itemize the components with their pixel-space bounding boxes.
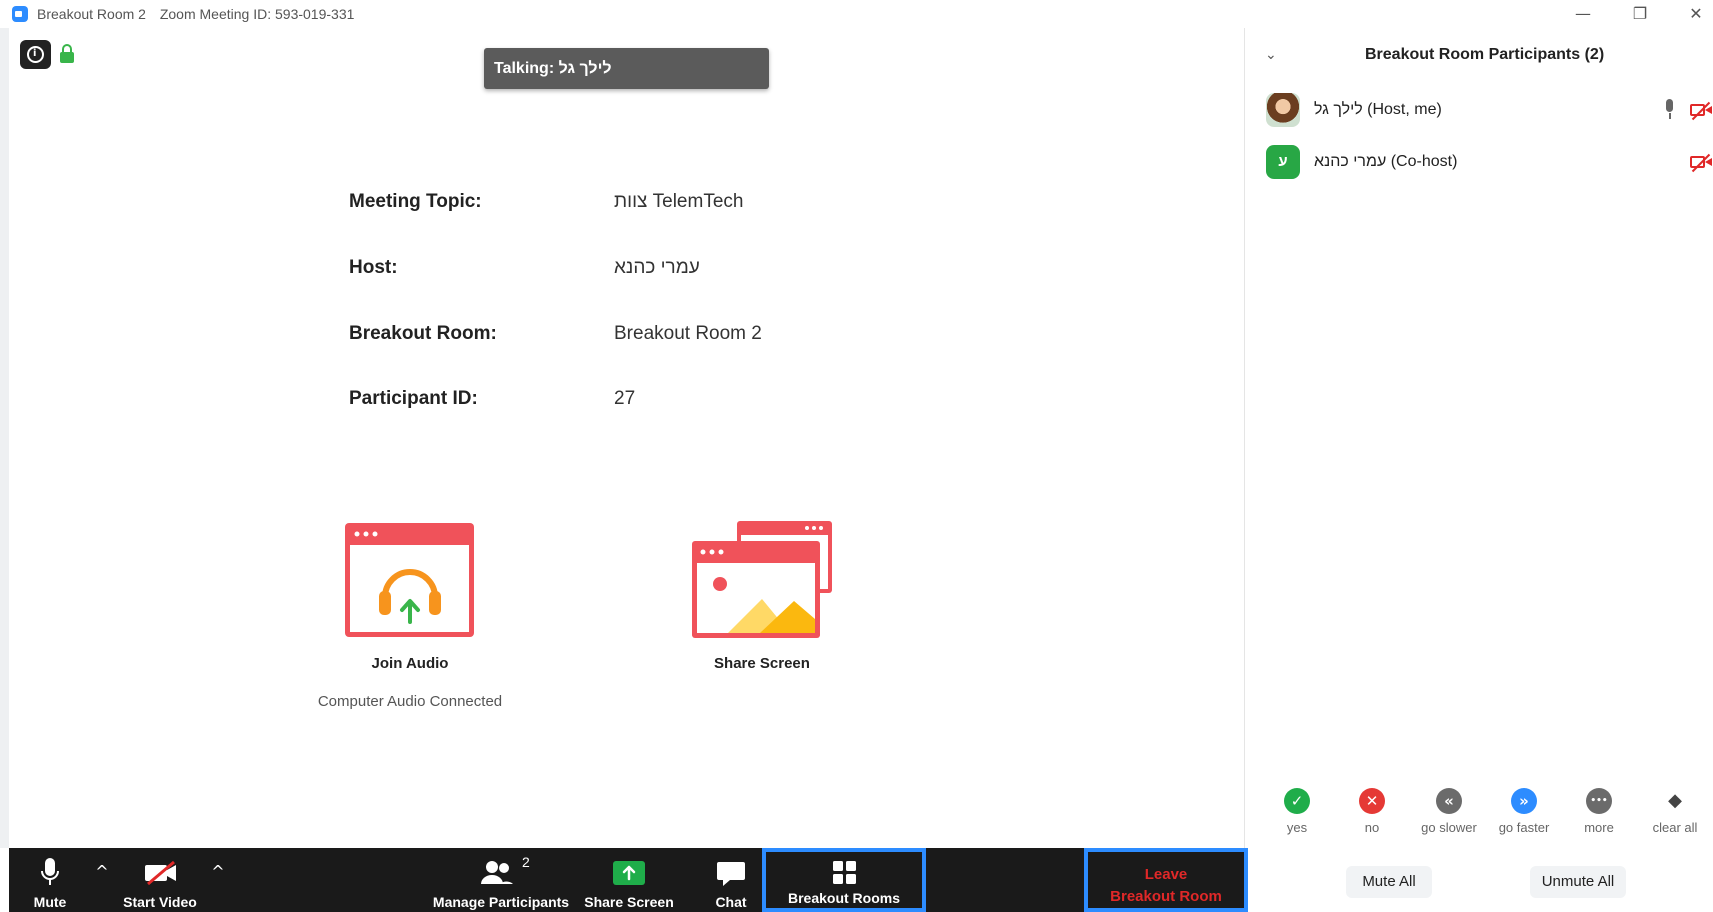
share-screen-tile[interactable] [690,519,835,640]
x-icon: ✕ [1359,788,1385,814]
eraser-icon: ◆ [1668,790,1682,811]
participant-name: לילך גל (Host, me) [1314,101,1442,118]
join-audio-icon [345,523,474,637]
start-video-label: Start Video [123,894,197,910]
breakout-rooms-button[interactable]: Breakout Rooms [762,848,926,912]
chat-icon [717,862,745,886]
talking-indicator: Talking: לילך גל [484,48,769,89]
leave-breakout-room-button[interactable]: Leave Breakout Room [1084,848,1248,912]
lock-icon[interactable] [60,44,74,64]
reaction-label: clear all [1652,820,1698,835]
reaction-no[interactable]: ✕ no [1337,788,1407,835]
video-off-icon[interactable] [1690,153,1713,173]
reaction-clear-all[interactable]: ◆ clear all [1640,788,1710,835]
reaction-more[interactable]: ••• more [1564,788,1634,835]
participant-id-label: Participant ID: [349,388,478,409]
microphone-icon[interactable] [1663,99,1675,121]
avatar: ע [1266,145,1300,179]
meeting-info-icon[interactable] [20,40,51,69]
window-room-name: Breakout Room 2 [37,6,146,22]
panel-title: Breakout Room Participants (2) [1365,46,1605,63]
participant-name: עמרי כהנא (Co-host) [1314,153,1458,170]
meeting-topic-value: צוות TelemTech [614,191,744,212]
manage-participants-label: Manage Participants [432,894,570,910]
participant-id-value: 27 [614,388,636,409]
reaction-yes[interactable]: ✓ yes [1262,788,1332,835]
avatar [1266,93,1300,127]
mute-all-button[interactable]: Mute All [1346,866,1432,898]
close-button[interactable]: ✕ [1676,2,1713,26]
start-video-button[interactable]: Start Video [118,848,202,912]
reaction-go-faster[interactable]: » go faster [1488,788,1560,835]
restore-button[interactable]: ❐ [1620,2,1660,26]
chat-button[interactable]: Chat [702,848,760,912]
reaction-label: go faster [1498,820,1550,835]
more-icon: ••• [1586,788,1612,814]
fast-forward-icon: » [1511,788,1537,814]
reaction-label: go slower [1421,820,1477,835]
chevron-down-icon[interactable]: ⌄ [1265,47,1277,63]
participant-row[interactable]: לילך גל (Host, me) [1266,93,1712,129]
breakout-rooms-icon [833,861,856,884]
join-audio-tile[interactable] [343,521,476,639]
minimize-button[interactable]: — [1563,2,1603,26]
reaction-label: more [1584,820,1614,835]
video-off-icon[interactable] [1690,101,1713,121]
unmute-all-button[interactable]: Unmute All [1530,866,1626,898]
leave-label-line1: Leave [1144,866,1188,883]
host-label: Host: [349,257,398,278]
video-options-caret[interactable]: ^ [206,862,230,886]
mute-label: Mute [33,894,67,910]
chat-label: Chat [715,894,747,910]
meeting-topic-label: Meeting Topic: [349,191,482,212]
zoom-logo-icon [12,6,28,22]
breakout-room-label: Breakout Room: [349,323,497,344]
mute-button[interactable]: Mute [20,848,80,912]
participants-icon [481,861,513,884]
share-screen-label[interactable]: Share Screen [652,655,872,672]
rewind-icon: « [1436,788,1462,814]
participant-count-badge: 2 [522,854,530,870]
participant-row[interactable]: ע עמרי כהנא (Co-host) [1266,145,1712,181]
breakout-rooms-label: Breakout Rooms [787,890,901,906]
checkmark-icon: ✓ [1284,788,1310,814]
manage-participants-button[interactable]: 2 Manage Participants [430,848,572,912]
reaction-go-slower[interactable]: « go slower [1413,788,1485,835]
breakout-room-value: Breakout Room 2 [614,323,762,344]
left-edge-strip [0,28,9,848]
reaction-label: no [1364,820,1380,835]
share-screen-icon [613,861,645,885]
share-screen-icon [692,521,832,638]
title-bar: Breakout Room 2 Zoom Meeting ID: 593-019… [0,0,1713,28]
host-value: עמרי כהנא [614,257,700,278]
video-off-icon [145,860,176,886]
window-meeting-id: Zoom Meeting ID: 593-019-331 [159,6,355,22]
share-screen-button[interactable]: Share Screen [580,848,678,912]
audio-status-text: Computer Audio Connected [317,693,503,710]
reaction-label: yes [1286,820,1308,835]
microphone-icon [41,858,59,885]
audio-options-caret[interactable]: ^ [90,862,114,886]
join-audio-label[interactable]: Join Audio [300,655,520,672]
share-screen-toolbar-label: Share Screen [584,894,674,910]
window-title: Breakout Room 2 Zoom Meeting ID: 593-019… [37,6,354,22]
leave-label-line2: Breakout Room [1110,888,1222,905]
